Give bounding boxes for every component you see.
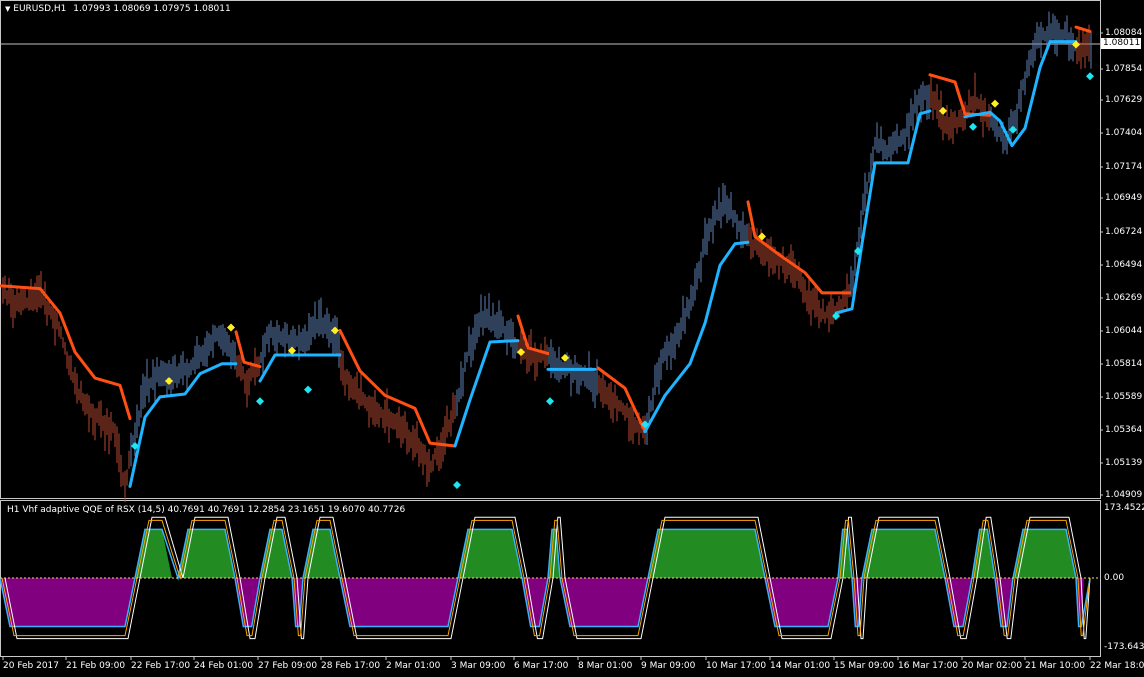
signal-dot-up [304,385,312,394]
x-axis-label: 21 Mar 10:00 [1025,661,1086,671]
triangle-down-icon[interactable]: ▼ [5,5,10,13]
signal-dot-up [1009,125,1017,134]
x-axis-label: 9 Mar 09:00 [641,661,696,671]
y-axis-label: 1.07174 [1105,162,1143,172]
trend-line-down [1074,25,1092,33]
signal-dot-up [546,397,554,406]
x-axis-label: 15 Mar 09:00 [834,661,895,671]
signal-dot-down [991,99,999,108]
signal-dot-down [227,323,235,332]
indicator-scale-min: -173.6438 [1104,642,1144,652]
signal-dot-down [517,348,525,357]
y-axis-label: 1.05139 [1105,458,1143,468]
x-axis-label: 21 Feb 09:00 [66,661,126,671]
x-axis-label: 28 Feb 17:00 [321,661,381,671]
x-axis-label: 6 Mar 17:00 [514,661,569,671]
x-axis-label: 3 Mar 09:00 [451,661,506,671]
x-axis-label: 22 Mar 18:00 [1090,661,1144,671]
y-axis-label: 1.07404 [1105,128,1143,138]
y-axis-label: 1.07629 [1105,95,1143,105]
x-axis-label: 20 Mar 02:00 [962,661,1023,671]
y-axis-label: 1.04909 [1105,490,1143,500]
trend-line-up [258,353,342,383]
y-axis-label: 1.05814 [1105,359,1143,369]
x-axis-label: 16 Mar 17:00 [898,661,959,671]
signal-dot-down [165,377,173,385]
x-axis-label: 8 Mar 01:00 [578,661,633,671]
indicator-fill-negative [340,578,458,627]
x-axis-label: 24 Feb 01:00 [194,661,254,671]
symbol-menu[interactable]: ▼ EURUSD,H1 1.07993 1.08069 1.07975 1.08… [5,4,231,14]
current-price-tag: 1.08011 [1101,38,1141,49]
indicator-fill-positive [648,529,765,578]
y-axis-label: 1.06269 [1105,293,1143,303]
signal-dot-up [453,481,461,489]
y-axis-label: 1.07854 [1105,64,1143,74]
ohlc-values: 1.07993 1.08069 1.07975 1.08011 [73,4,231,14]
indicator-area [0,516,1100,640]
x-axis-label: 2 Mar 01:00 [386,661,441,671]
y-axis-label: 1.06044 [1105,326,1143,336]
indicator-label: H1 Vhf adaptive QQE of RSX (14,5) 40.769… [7,505,406,515]
indicator-scale-zero: 0.00 [1104,573,1125,583]
signal-dot-up [1086,72,1094,81]
trend-line-down [234,330,262,369]
signal-dot-up [256,397,264,406]
indicator-fill-negative [0,578,135,627]
signal-dot-down [939,106,947,115]
signal-dot-down [561,353,569,362]
symbol-label: EURUSD,H1 [13,4,67,14]
y-axis-label: 1.06724 [1105,227,1143,237]
y-axis-label: 1.05364 [1105,425,1143,435]
price-bars [2,11,1092,503]
x-axis-label: 22 Feb 17:00 [131,661,191,671]
x-axis-label: 20 Feb 2017 [3,661,60,671]
y-axis-label: 1.08084 [1105,28,1143,38]
indicator-scale-max: 173.4522 [1104,503,1144,513]
x-axis-label: 14 Mar 01:00 [770,661,831,671]
signal-dot-down [331,326,339,335]
x-axis-label: 27 Feb 09:00 [258,661,318,671]
signal-dot-up [969,122,977,131]
x-axis-label: 10 Mar 17:00 [706,661,767,671]
y-axis-label: 1.06949 [1105,193,1143,203]
trend-line-up [453,339,520,448]
y-axis-label: 1.05589 [1105,392,1143,402]
chart-canvas [0,0,1103,660]
y-axis-label: 1.06494 [1105,260,1143,270]
indicator-fill-positive [862,529,945,578]
